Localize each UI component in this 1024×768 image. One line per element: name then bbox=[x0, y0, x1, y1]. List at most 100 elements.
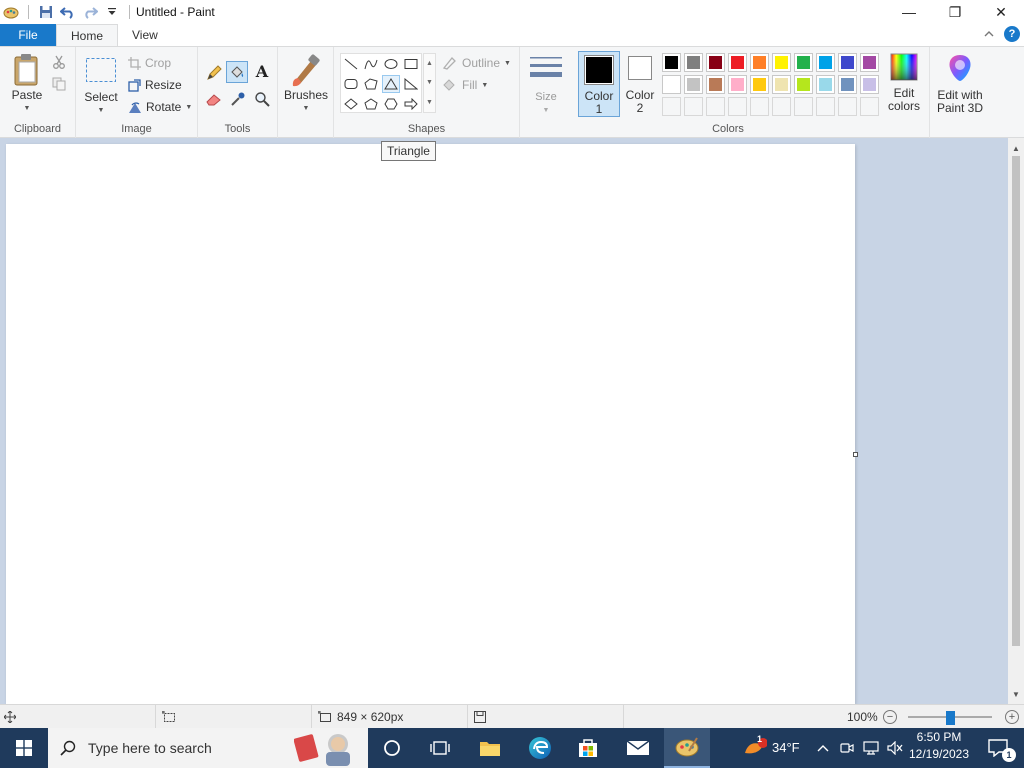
oval-shape-icon[interactable] bbox=[382, 55, 400, 73]
volume-muted-icon[interactable] bbox=[884, 728, 906, 768]
undo-icon[interactable] bbox=[57, 1, 79, 23]
pencil-icon[interactable] bbox=[204, 63, 224, 83]
palette-color-swatch[interactable] bbox=[728, 75, 747, 94]
weather-temperature[interactable]: 34°F bbox=[772, 740, 800, 755]
shapes-gallery-scroll[interactable]: ▲ ▼ ▼ bbox=[423, 53, 436, 113]
size-button[interactable]: Size ▼ bbox=[526, 55, 566, 117]
scroll-thumb[interactable] bbox=[1012, 156, 1020, 646]
palette-custom-slot[interactable] bbox=[706, 97, 725, 116]
clock[interactable]: 6:50 PM 12/19/2023 bbox=[908, 730, 970, 761]
palette-color-swatch[interactable] bbox=[772, 53, 791, 72]
palette-custom-slot[interactable] bbox=[860, 97, 879, 116]
palette-color-swatch[interactable] bbox=[838, 53, 857, 72]
zoom-slider-thumb[interactable] bbox=[946, 711, 955, 725]
line-shape-icon[interactable] bbox=[342, 55, 360, 73]
palette-custom-slot[interactable] bbox=[728, 97, 747, 116]
palette-color-swatch[interactable] bbox=[838, 75, 857, 94]
palette-color-swatch[interactable] bbox=[860, 75, 879, 94]
palette-custom-slot[interactable] bbox=[772, 97, 791, 116]
vertical-scrollbar[interactable]: ▲ ▼ bbox=[1008, 138, 1024, 704]
palette-custom-slot[interactable] bbox=[684, 97, 703, 116]
cut-icon[interactable] bbox=[52, 55, 66, 72]
expand-gallery-icon[interactable]: ▼ bbox=[426, 99, 433, 106]
customize-toolbar-icon[interactable] bbox=[101, 1, 123, 23]
close-button[interactable]: ✕ bbox=[978, 0, 1024, 24]
copy-icon[interactable] bbox=[52, 77, 66, 94]
edge-browser-icon[interactable] bbox=[520, 728, 560, 768]
pentagon-shape-icon[interactable] bbox=[362, 95, 380, 113]
text-tool-icon[interactable]: A bbox=[252, 61, 272, 81]
network-icon[interactable] bbox=[860, 728, 882, 768]
edit-with-paint3d-button[interactable]: Edit with Paint 3D bbox=[932, 53, 988, 115]
tab-view[interactable]: View bbox=[118, 24, 172, 46]
paint-app-icon[interactable] bbox=[0, 1, 22, 23]
store-icon[interactable] bbox=[568, 728, 608, 768]
select-button[interactable]: Select ▼ bbox=[82, 57, 120, 117]
task-view-icon[interactable] bbox=[420, 728, 460, 768]
zoom-in-button[interactable]: + bbox=[1005, 710, 1019, 724]
rotate-button[interactable]: Rotate ▼ bbox=[128, 97, 192, 117]
maximize-button[interactable]: ❐ bbox=[932, 0, 978, 24]
paint-taskbar-icon[interactable] bbox=[664, 728, 710, 768]
start-button[interactable] bbox=[0, 728, 48, 768]
edit-colors-button[interactable]: Edit colors bbox=[884, 53, 924, 113]
brushes-button[interactable]: Brushes ▼ bbox=[282, 53, 330, 115]
fill-bucket-icon[interactable] bbox=[226, 61, 248, 83]
collapse-ribbon-icon[interactable] bbox=[984, 30, 994, 38]
zoom-out-button[interactable]: − bbox=[883, 710, 897, 724]
diamond-shape-icon[interactable] bbox=[342, 95, 360, 113]
redo-icon[interactable] bbox=[79, 1, 101, 23]
polygon-shape-icon[interactable] bbox=[362, 75, 380, 93]
palette-custom-slot[interactable] bbox=[750, 97, 769, 116]
resize-handle-right[interactable] bbox=[853, 452, 858, 457]
palette-color-swatch[interactable] bbox=[816, 53, 835, 72]
paste-button[interactable]: Paste ▼ bbox=[8, 53, 46, 115]
palette-color-swatch[interactable] bbox=[706, 53, 725, 72]
notifications-icon[interactable]: 1 bbox=[978, 728, 1018, 768]
palette-color-swatch[interactable] bbox=[750, 75, 769, 94]
file-explorer-icon[interactable] bbox=[470, 728, 510, 768]
drawing-canvas[interactable] bbox=[6, 144, 855, 704]
rectangle-shape-icon[interactable] bbox=[402, 55, 420, 73]
magnifier-icon[interactable] bbox=[252, 89, 272, 109]
palette-color-swatch[interactable] bbox=[772, 75, 791, 94]
resize-button[interactable]: Resize bbox=[128, 75, 182, 95]
weather-icon[interactable]: 1 bbox=[736, 728, 774, 768]
chevron-up-icon[interactable]: ▲ bbox=[426, 60, 433, 67]
crop-button[interactable]: Crop bbox=[128, 53, 171, 73]
palette-custom-slot[interactable] bbox=[816, 97, 835, 116]
scroll-up-icon[interactable]: ▲ bbox=[1008, 140, 1024, 156]
color1-button[interactable]: Color 1 bbox=[578, 51, 620, 117]
hexagon-shape-icon[interactable] bbox=[382, 95, 400, 113]
cortana-icon[interactable] bbox=[372, 728, 412, 768]
color-picker-icon[interactable] bbox=[228, 89, 248, 109]
palette-color-swatch[interactable] bbox=[662, 75, 681, 94]
file-menu[interactable]: File bbox=[0, 24, 56, 46]
curve-shape-icon[interactable] bbox=[362, 55, 380, 73]
palette-color-swatch[interactable] bbox=[662, 53, 681, 72]
palette-custom-slot[interactable] bbox=[662, 97, 681, 116]
mail-icon[interactable] bbox=[618, 728, 658, 768]
palette-color-swatch[interactable] bbox=[684, 53, 703, 72]
save-icon[interactable] bbox=[35, 1, 57, 23]
minimize-button[interactable]: — bbox=[886, 0, 932, 24]
palette-color-swatch[interactable] bbox=[728, 53, 747, 72]
palette-color-swatch[interactable] bbox=[750, 53, 769, 72]
fill-button[interactable]: Fill ▼ bbox=[442, 75, 488, 95]
scroll-down-icon[interactable]: ▼ bbox=[1008, 686, 1024, 702]
palette-color-swatch[interactable] bbox=[860, 53, 879, 72]
triangle-shape-icon[interactable] bbox=[382, 75, 400, 93]
palette-color-swatch[interactable] bbox=[794, 75, 813, 94]
tab-home[interactable]: Home bbox=[56, 24, 119, 46]
outline-button[interactable]: Outline ▼ bbox=[442, 53, 511, 73]
palette-color-swatch[interactable] bbox=[794, 53, 813, 72]
palette-color-swatch[interactable] bbox=[706, 75, 725, 94]
right-arrow-shape-icon[interactable] bbox=[402, 95, 420, 113]
right-triangle-shape-icon[interactable] bbox=[402, 75, 420, 93]
color2-button[interactable]: Color 2 bbox=[622, 51, 658, 115]
meet-now-icon[interactable] bbox=[836, 728, 858, 768]
palette-custom-slot[interactable] bbox=[838, 97, 857, 116]
rounded-rectangle-shape-icon[interactable] bbox=[342, 75, 360, 93]
palette-color-swatch[interactable] bbox=[816, 75, 835, 94]
palette-color-swatch[interactable] bbox=[684, 75, 703, 94]
